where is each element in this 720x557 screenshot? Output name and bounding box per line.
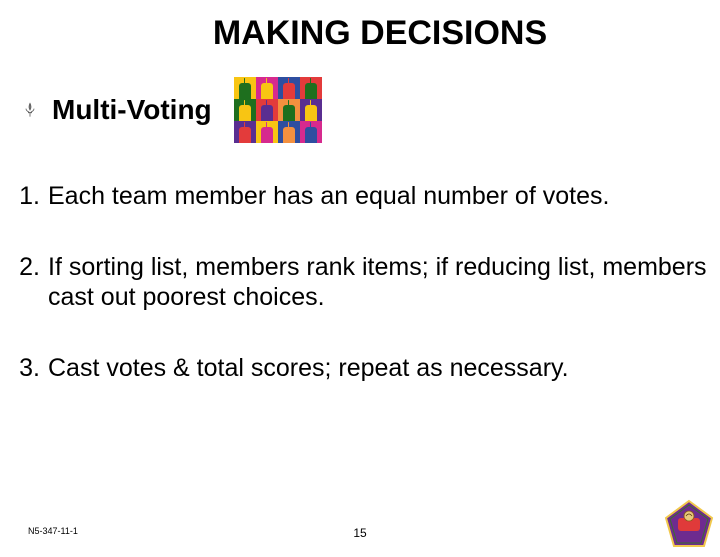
raised-hand-icon: [261, 127, 273, 144]
hands-cell: [234, 121, 256, 143]
hands-cell: [300, 99, 322, 121]
raised-hand-icon: [283, 105, 295, 122]
raised-hand-icon: [239, 105, 251, 122]
page-number: 15: [353, 526, 366, 540]
subtitle-row: Multi-Voting: [0, 77, 720, 143]
list-text: If sorting list, members rank items; if …: [48, 252, 712, 313]
hands-cell: [278, 77, 300, 99]
raised-hand-icon: [305, 127, 317, 144]
raised-hand-icon: [283, 83, 295, 100]
raised-hand-icon: [305, 105, 317, 122]
raised-hands-image: [234, 77, 322, 143]
list-number: 3.: [10, 353, 48, 384]
hands-cell: [234, 77, 256, 99]
raised-hand-icon: [261, 83, 273, 100]
slide-title: MAKING DECISIONS: [40, 14, 720, 53]
hands-cell: [256, 121, 278, 143]
hands-cell: [256, 99, 278, 121]
list-item: 2.If sorting list, members rank items; i…: [10, 252, 712, 313]
footer-code: N5-347-11-1: [28, 526, 78, 536]
list-text: Each team member has an equal number of …: [48, 181, 712, 212]
list-text: Cast votes & total scores; repeat as nec…: [48, 353, 712, 384]
numbered-list: 1.Each team member has an equal number o…: [0, 181, 720, 383]
raised-hand-icon: [239, 127, 251, 144]
wood-badge-icon: [662, 498, 716, 552]
list-number: 2.: [10, 252, 48, 313]
hands-cell: [300, 77, 322, 99]
hands-cell: [278, 99, 300, 121]
list-number: 1.: [10, 181, 48, 212]
subtitle-text: Multi-Voting: [52, 94, 212, 126]
raised-hand-icon: [261, 105, 273, 122]
fleur-de-lis-icon: [22, 102, 38, 118]
list-item: 1.Each team member has an equal number o…: [10, 181, 712, 212]
raised-hand-icon: [305, 83, 317, 100]
raised-hand-icon: [239, 83, 251, 100]
hands-cell: [300, 121, 322, 143]
list-item: 3.Cast votes & total scores; repeat as n…: [10, 353, 712, 384]
hands-cell: [278, 121, 300, 143]
hands-cell: [234, 99, 256, 121]
raised-hand-icon: [283, 127, 295, 144]
hands-cell: [256, 77, 278, 99]
